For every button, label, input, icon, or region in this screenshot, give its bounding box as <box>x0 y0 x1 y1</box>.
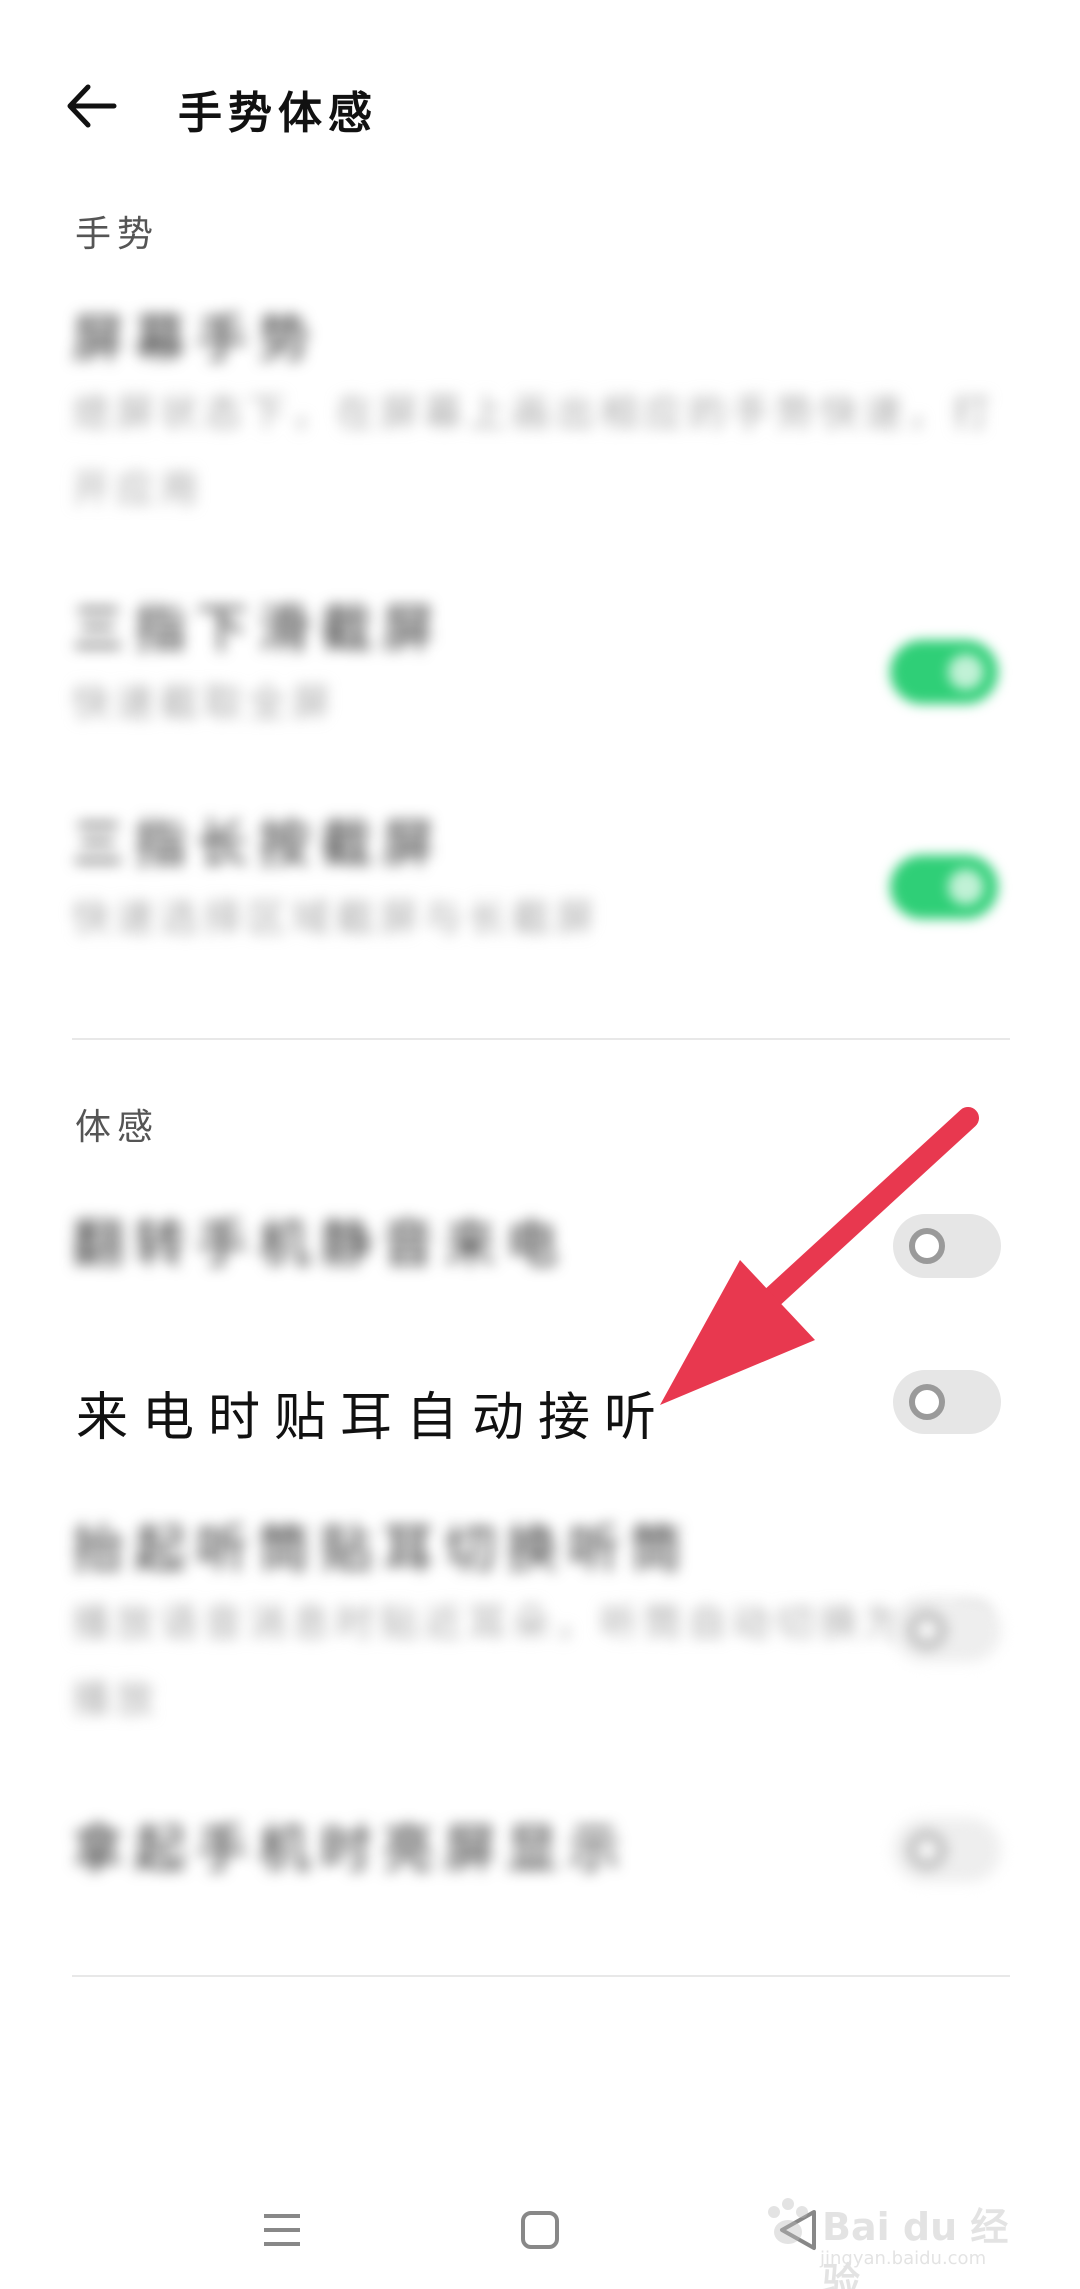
menu-icon <box>264 2214 300 2246</box>
setting-item-auto-answer[interactable]: 来电时贴耳自动接听 <box>76 1375 670 1450</box>
toggle-three-finger-screenshot[interactable] <box>890 640 998 704</box>
setting-item-raise-wake[interactable]: 拿起手机时亮屏显示 <box>72 1815 872 1885</box>
toggle-knob <box>948 654 984 690</box>
setting-item-screen-gestures[interactable]: 屏幕手势 熄屏状态下，在屏幕上画出相应的手势快速，打开应用 <box>72 305 1012 527</box>
setting-title: 三指长按截屏 <box>72 815 445 875</box>
recent-apps-button[interactable] <box>242 2190 322 2270</box>
setting-subtitle: 熄屏状态下，在屏幕上画出相应的手势快速，打开应用 <box>72 391 997 511</box>
home-button[interactable] <box>500 2190 580 2270</box>
back-arrow-icon <box>67 84 117 128</box>
page-title: 手势体感 <box>178 88 378 139</box>
setting-subtitle: 快速选择区域截屏与长截屏 <box>72 896 601 940</box>
red-arrow-annotation <box>660 1107 979 1405</box>
setting-title: 屏幕手势 <box>72 310 321 370</box>
watermark-text: Bai du 经验 <box>822 2205 1009 2289</box>
divider <box>72 1975 1010 1977</box>
toggle-raise-wake[interactable] <box>893 1818 1001 1882</box>
watermark-url: jingyan.baidu.com <box>820 2248 987 2269</box>
divider <box>72 1038 1010 1040</box>
section-header-gestures: 手势 <box>75 214 160 255</box>
setting-subtitle: 快速截取全屏 <box>72 681 337 725</box>
setting-title: 三指下滑截屏 <box>72 600 445 660</box>
setting-item-three-finger-screenshot[interactable]: 三指下滑截屏 快速截取全屏 <box>72 595 852 741</box>
setting-title: 拿起手机时亮屏显示 <box>72 1820 631 1880</box>
back-button[interactable] <box>62 81 122 131</box>
paw-icon <box>768 2198 808 2244</box>
toggle-knob <box>909 1832 945 1868</box>
toggle-knob <box>909 1612 945 1648</box>
toggle-earpiece-switch[interactable] <box>893 1598 1001 1662</box>
baidu-watermark: Bai du 经验 jingyan.baidu.com <box>760 2190 1020 2289</box>
section-header-motion: 体感 <box>75 1107 160 1148</box>
setting-item-three-finger-hold[interactable]: 三指长按截屏 快速选择区域截屏与长截屏 <box>72 810 852 956</box>
home-icon <box>521 2211 559 2249</box>
top-bar: 手势体感 <box>0 55 1080 155</box>
toggle-three-finger-hold[interactable] <box>890 855 998 919</box>
toggle-knob <box>948 869 984 905</box>
setting-subtitle: 播放语音消息时贴近耳朵，听筒自动切换为听筒播放 <box>72 1601 997 1721</box>
setting-item-earpiece-switch[interactable]: 抬起听筒贴耳切换听筒 播放语音消息时贴近耳朵，听筒自动切换为听筒播放 <box>72 1515 990 1737</box>
settings-page: 手势体感 手势 屏幕手势 熄屏状态下，在屏幕上画出相应的手势快速，打开应用 三指… <box>0 0 1080 2289</box>
setting-title: 抬起听筒贴耳切换听筒 <box>72 1520 693 1580</box>
